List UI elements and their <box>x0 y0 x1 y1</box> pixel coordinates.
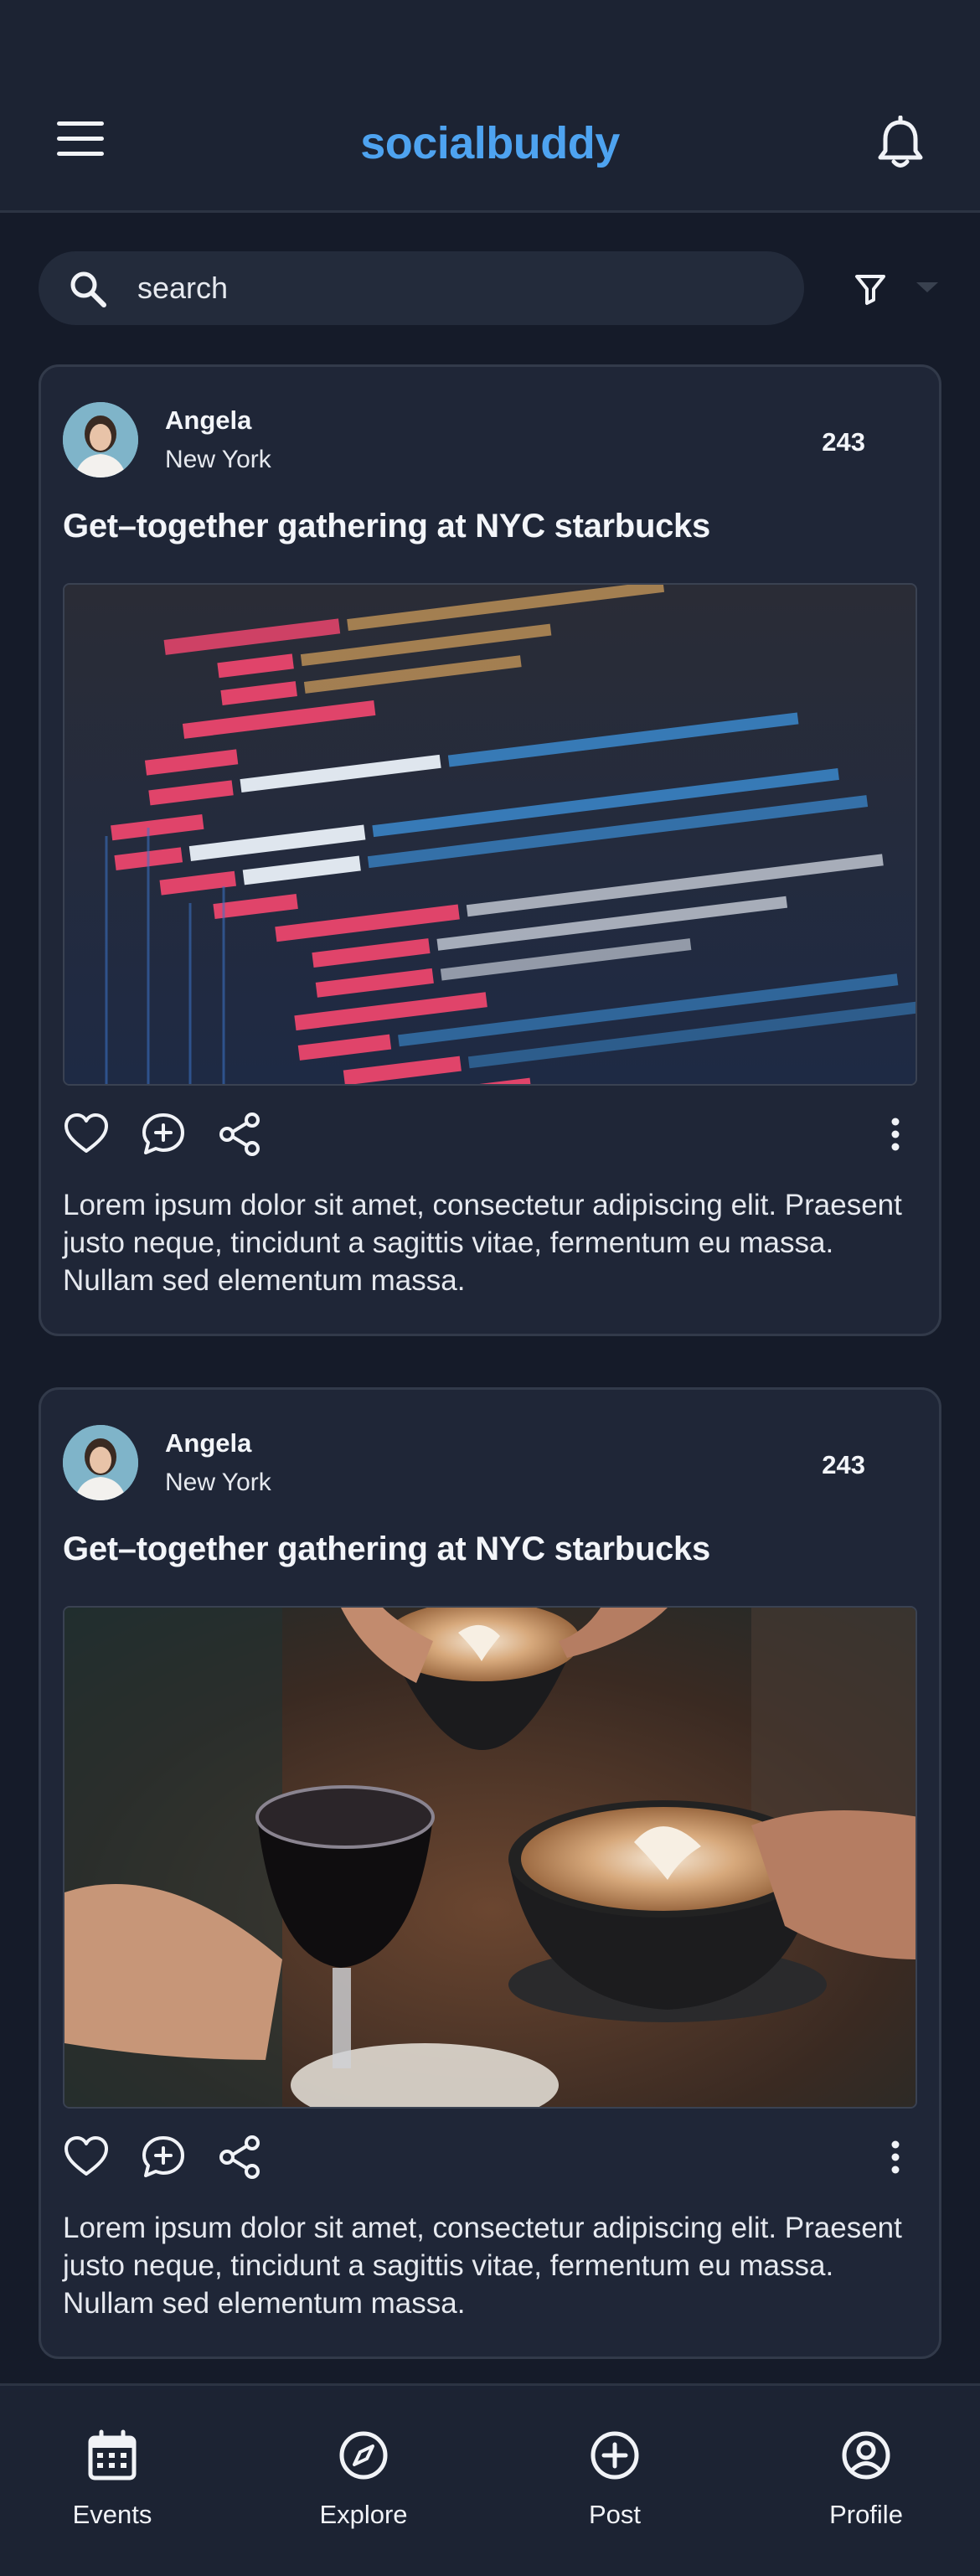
top-app-bar: socialbuddy <box>0 0 980 213</box>
post-location: New York <box>165 446 271 473</box>
nav-label-events: Events <box>72 2500 152 2529</box>
funnel-filter-icon <box>855 275 885 305</box>
post-title[interactable]: Get–together gathering at NYC starbucks <box>63 508 710 545</box>
compass-icon <box>339 2431 388 2480</box>
nav-item-explore[interactable]: Explore <box>280 2429 447 2530</box>
more-options-icon[interactable] <box>879 1111 912 1158</box>
post-title[interactable]: Get–together gathering at NYC starbucks <box>63 1531 710 1568</box>
comment-bubble-icon[interactable] <box>140 1111 187 1158</box>
bottom-navigation: Events Explore Post Profile <box>0 2383 980 2576</box>
post-card: Angela New York 243 Get–together gatheri… <box>39 1387 941 2359</box>
post-card: Angela New York 243 Get–together gatheri… <box>39 364 941 1336</box>
post-location: New York <box>165 1469 271 1496</box>
nav-label-explore: Explore <box>319 2500 408 2529</box>
nav-item-post[interactable]: Post <box>531 2429 699 2530</box>
user-circle-icon <box>842 2431 890 2480</box>
nav-item-events[interactable]: Events <box>28 2429 196 2530</box>
filter-button[interactable] <box>846 268 938 310</box>
nav-item-profile[interactable]: Profile <box>782 2429 950 2530</box>
post-count: 243 <box>822 1450 865 1479</box>
more-options-icon[interactable] <box>879 2134 912 2181</box>
like-heart-icon[interactable] <box>63 1111 110 1158</box>
nav-label-profile: Profile <box>829 2500 903 2529</box>
comment-bubble-icon[interactable] <box>140 2134 187 2181</box>
share-icon[interactable] <box>217 2134 264 2181</box>
search-bar <box>39 251 804 325</box>
post-body: Lorem ipsum dolor sit amet, consectetur … <box>63 1189 902 1297</box>
app-screen: socialbuddy search Angela New York 243 G… <box>0 0 980 2576</box>
like-heart-icon[interactable] <box>63 2134 110 2181</box>
post-count: 243 <box>822 427 865 457</box>
bell-icon[interactable] <box>876 115 925 171</box>
caret-down-icon <box>916 282 938 292</box>
plus-circle-icon <box>591 2431 639 2480</box>
share-icon[interactable] <box>217 1111 264 1158</box>
brand-logo: socialbuddy <box>360 118 620 168</box>
post-body: Lorem ipsum dolor sit amet, consectetur … <box>63 2212 902 2320</box>
avatar[interactable] <box>63 402 138 478</box>
calendar-icon <box>88 2429 137 2480</box>
search-input[interactable] <box>137 266 774 310</box>
search-icon <box>70 271 106 307</box>
avatar[interactable] <box>63 1425 138 1500</box>
post-image-code[interactable] <box>63 583 917 1086</box>
post-author[interactable]: Angela <box>165 1428 251 1458</box>
nav-label-post: Post <box>588 2500 642 2529</box>
post-image-coffee[interactable] <box>63 1606 917 2109</box>
post-author[interactable]: Angela <box>165 405 251 436</box>
